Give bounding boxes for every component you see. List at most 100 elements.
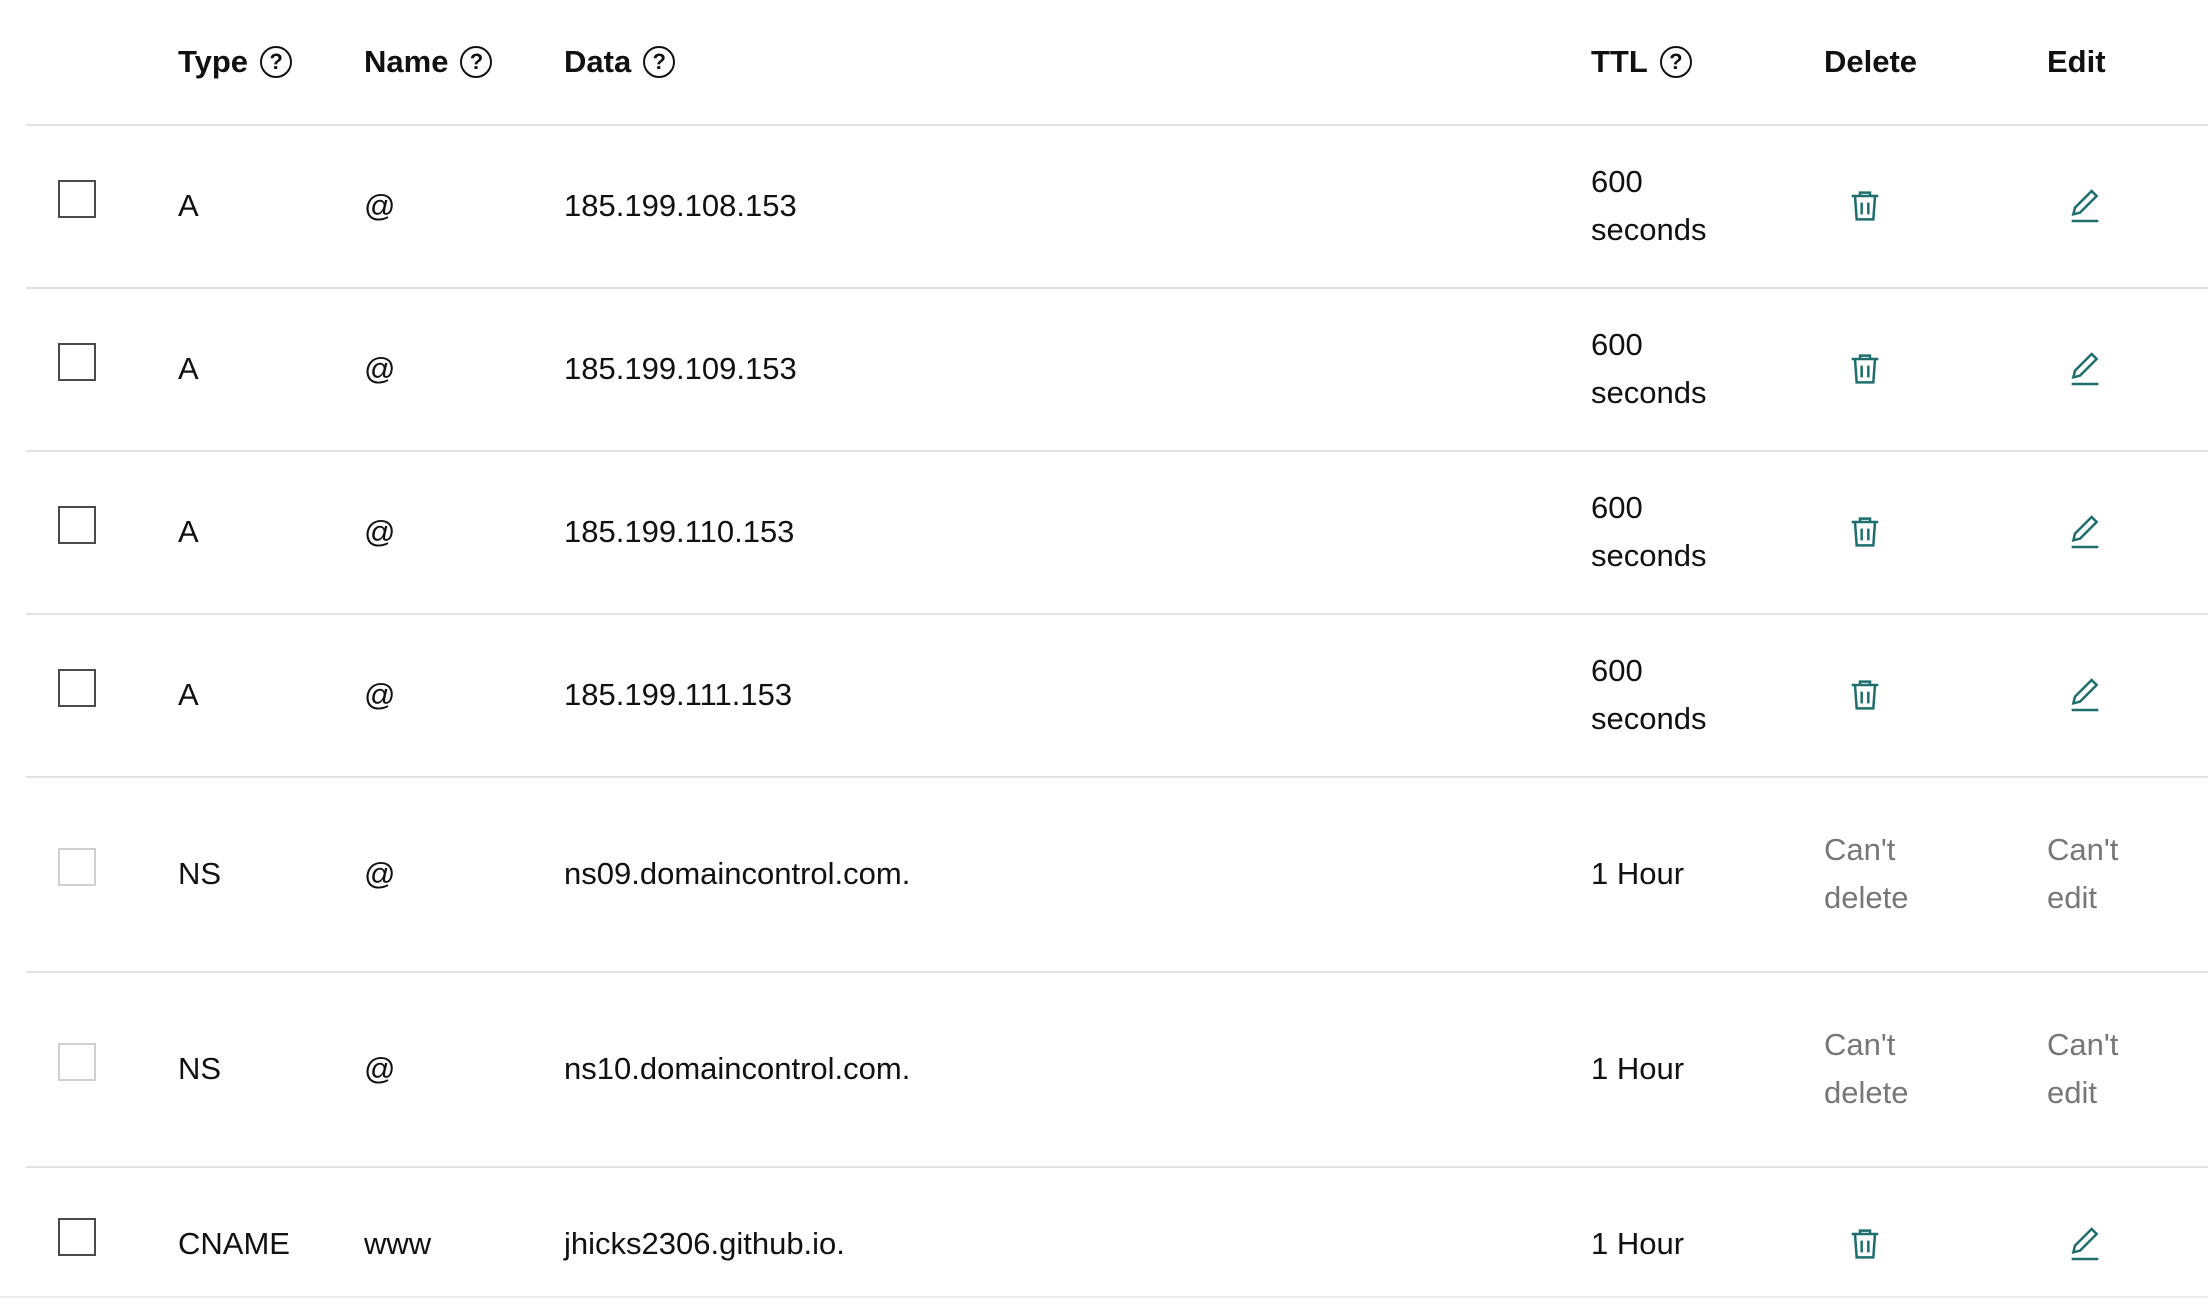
cant-delete-text: Can't delete — [1824, 826, 1908, 922]
pencil-icon — [2071, 352, 2099, 386]
cant-edit-line1: Can't — [2047, 832, 2119, 867]
delete-button[interactable] — [1843, 347, 1887, 391]
record-type: A — [178, 677, 199, 712]
table-row: A @ 185.199.111.153 600 seconds — [26, 615, 2208, 778]
record-data: 185.199.110.153 — [564, 514, 795, 549]
column-data: Data ? — [564, 0, 676, 124]
column-data-label: Data — [564, 44, 632, 79]
column-edit: Edit — [2047, 0, 2106, 124]
record-name: @ — [364, 188, 396, 223]
record-ttl: 1 Hour — [1591, 1226, 1685, 1261]
cant-edit-line2: edit — [2047, 1075, 2097, 1110]
table-row: A @ 185.199.109.153 600 seconds — [26, 289, 2208, 452]
record-ttl: 600 seconds — [1591, 484, 1706, 580]
column-type-label: Type — [178, 44, 249, 79]
column-delete: Delete — [1824, 0, 1917, 124]
help-icon[interactable]: ? — [260, 46, 293, 78]
record-data: ns10.domaincontrol.com. — [564, 1051, 911, 1086]
cant-edit-line1: Can't — [2047, 1027, 2119, 1062]
delete-button[interactable] — [1843, 510, 1887, 554]
record-ttl: 600 seconds — [1591, 158, 1706, 254]
record-ttl: 600 seconds — [1591, 647, 1706, 743]
record-ttl: 1 Hour — [1591, 856, 1685, 891]
ttl-value: 600 — [1591, 164, 1643, 199]
record-type: A — [178, 514, 199, 549]
pencil-icon — [2071, 515, 2099, 549]
table-row: A @ 185.199.108.153 600 seconds — [26, 126, 2208, 289]
dns-records-table: Type ? Name ? Data ? TTL ? Delete Edit A… — [0, 0, 2208, 1308]
column-ttl: TTL ? — [1591, 0, 1692, 124]
edit-button[interactable] — [2063, 673, 2107, 717]
cant-delete-line2: delete — [1824, 1075, 1909, 1110]
row-checkbox[interactable] — [58, 343, 96, 381]
record-name: @ — [364, 677, 396, 712]
record-data: jhicks2306.github.io. — [564, 1226, 845, 1261]
record-data: 185.199.111.153 — [564, 677, 793, 712]
edit-button[interactable] — [2063, 184, 2107, 228]
record-name: @ — [364, 351, 396, 386]
edit-button[interactable] — [2063, 347, 2107, 391]
pencil-icon — [2071, 189, 2099, 223]
ttl-value: 600 — [1591, 490, 1643, 525]
column-delete-label: Delete — [1824, 44, 1918, 79]
record-type: A — [178, 351, 199, 386]
cant-edit-line2: edit — [2047, 880, 2097, 915]
help-icon[interactable]: ? — [643, 46, 676, 78]
table-row: CNAME www jhicks2306.github.io. 1 Hour — [26, 1168, 2208, 1308]
record-type: A — [178, 188, 199, 223]
record-ttl: 1 Hour — [1591, 1051, 1685, 1086]
cant-edit-text: Can't edit — [2047, 1021, 2118, 1117]
record-data: 185.199.109.153 — [564, 351, 797, 386]
row-checkbox[interactable] — [58, 1218, 96, 1256]
table-row: A @ 185.199.110.153 600 seconds — [26, 452, 2208, 615]
delete-button[interactable] — [1843, 1222, 1887, 1266]
row-checkbox-disabled — [58, 848, 96, 886]
row-checkbox[interactable] — [58, 180, 96, 218]
row-checkbox[interactable] — [58, 506, 96, 544]
delete-button[interactable] — [1843, 184, 1887, 228]
record-name: www — [364, 1226, 432, 1261]
record-name: @ — [364, 514, 396, 549]
ttl-unit: seconds — [1591, 375, 1707, 410]
table-row: NS @ ns10.domaincontrol.com. 1 Hour Can'… — [26, 973, 2208, 1168]
column-ttl-label: TTL — [1591, 44, 1648, 79]
row-checkbox[interactable] — [58, 669, 96, 707]
pencil-icon — [2071, 678, 2099, 712]
record-data: 185.199.108.153 — [564, 188, 797, 223]
cant-delete-text: Can't delete — [1824, 1021, 1908, 1117]
trash-icon — [1851, 191, 1879, 221]
cant-delete-line1: Can't — [1824, 1027, 1896, 1062]
pencil-icon — [2071, 1227, 2099, 1261]
trash-icon — [1851, 354, 1879, 384]
cant-delete-line1: Can't — [1824, 832, 1896, 867]
ttl-unit: seconds — [1591, 701, 1707, 736]
table-row: NS @ ns09.domaincontrol.com. 1 Hour Can'… — [26, 778, 2208, 973]
record-data: ns09.domaincontrol.com. — [564, 856, 911, 891]
record-type: NS — [178, 856, 222, 891]
ttl-unit: seconds — [1591, 538, 1707, 573]
ttl-value: 600 — [1591, 327, 1643, 362]
column-edit-label: Edit — [2047, 44, 2106, 79]
help-icon[interactable]: ? — [1659, 46, 1692, 78]
help-icon[interactable]: ? — [460, 46, 493, 78]
column-name-label: Name — [364, 44, 449, 79]
column-type: Type ? — [178, 0, 293, 124]
row-checkbox-disabled — [58, 1043, 96, 1081]
ttl-unit: seconds — [1591, 212, 1707, 247]
table-header: Type ? Name ? Data ? TTL ? Delete Edit — [26, 0, 2208, 126]
delete-button[interactable] — [1843, 673, 1887, 717]
record-type: CNAME — [178, 1226, 290, 1261]
cant-edit-text: Can't edit — [2047, 826, 2118, 922]
trash-icon — [1851, 1229, 1879, 1259]
record-name: @ — [364, 856, 396, 891]
trash-icon — [1851, 680, 1879, 710]
record-type: NS — [178, 1051, 222, 1086]
column-name: Name ? — [364, 0, 493, 124]
record-ttl: 600 seconds — [1591, 321, 1706, 417]
edit-button[interactable] — [2063, 510, 2107, 554]
cant-delete-line2: delete — [1824, 880, 1909, 915]
trash-icon — [1851, 517, 1879, 547]
ttl-value: 600 — [1591, 653, 1643, 688]
edit-button[interactable] — [2063, 1222, 2107, 1266]
record-name: @ — [364, 1051, 396, 1086]
